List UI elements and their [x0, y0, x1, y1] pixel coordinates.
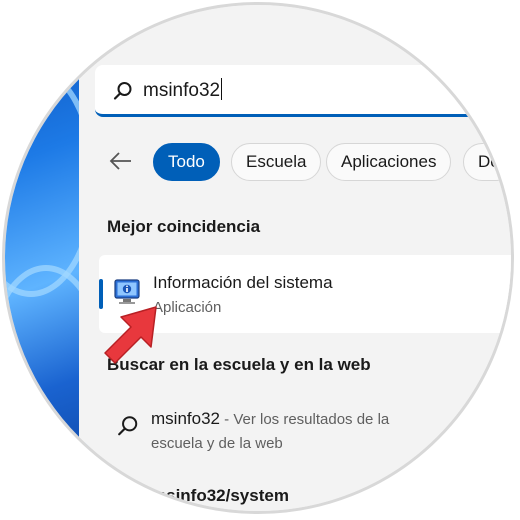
filter-all-chip[interactable]: Todo: [153, 143, 220, 181]
search-icon: [113, 82, 132, 100]
app-type: Aplicación: [153, 299, 222, 316]
web-result[interactable]: msinfo32 - Ver los resultados de la: [151, 409, 389, 429]
filter-apps-chip[interactable]: Aplicaciones: [326, 143, 452, 181]
app-name: Información del sistema: [153, 273, 333, 292]
back-arrow-icon[interactable]: [109, 151, 133, 171]
web-query: msinfo32: [151, 409, 220, 428]
filter-school-chip[interactable]: Escuela: [231, 143, 322, 181]
system-info-icon: [114, 279, 140, 304]
best-match-heading: Mejor coincidencia: [107, 217, 261, 236]
search-icon: [118, 416, 138, 436]
web-desc: - Ver los resultados de la: [219, 411, 390, 428]
next-web-result[interactable]: msinfo32/system: [151, 486, 289, 506]
filter-documents-chip[interactable]: Do: [463, 143, 511, 181]
search-query[interactable]: msinfo32: [143, 78, 223, 102]
pointer-arrow-icon: [104, 306, 157, 364]
web-desc-continued: escuela y de la web: [151, 435, 283, 452]
desktop-wallpaper: [5, 5, 107, 511]
search-input[interactable]: msinfo32: [95, 65, 511, 117]
search-window: msinfo32 Todo Escuela Aplicaciones Do Me…: [2, 2, 514, 514]
search-panel: msinfo32 Todo Escuela Aplicaciones Do Me…: [79, 5, 511, 511]
